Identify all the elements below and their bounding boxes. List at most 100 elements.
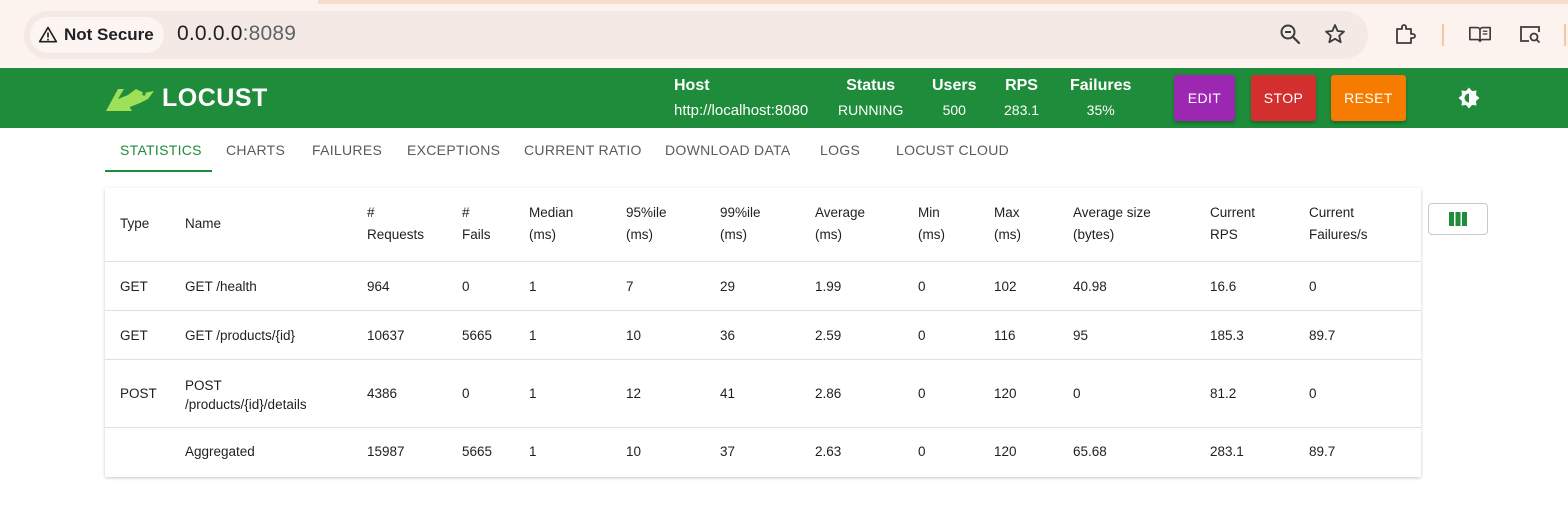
cell-95ile: 7 bbox=[626, 279, 634, 294]
tab-current-ratio[interactable]: CURRENT RATIO bbox=[524, 142, 642, 158]
url-host: 0.0.0.0 bbox=[177, 22, 243, 45]
status-stat: Status RUNNING bbox=[838, 77, 903, 118]
star-icon[interactable] bbox=[1323, 22, 1347, 46]
header-current-rps: Current RPS bbox=[1210, 205, 1256, 242]
cell-current-rps: 185.3 bbox=[1210, 328, 1244, 343]
failures-label: Failures bbox=[1070, 77, 1132, 94]
cell-name: GET /products/{id} bbox=[185, 328, 296, 343]
host-label: Host bbox=[674, 77, 710, 94]
header-min: Min (ms) bbox=[918, 205, 945, 242]
header-average-size: Average size (bytes) bbox=[1073, 205, 1151, 242]
users-value: 500 bbox=[942, 102, 966, 118]
cell-average: 2.59 bbox=[815, 328, 842, 343]
header-max: Max (ms) bbox=[994, 205, 1021, 242]
cell-min: 0 bbox=[918, 279, 926, 294]
rps-value: 283.1 bbox=[1004, 102, 1040, 118]
cell-95ile: 12 bbox=[626, 386, 642, 401]
cell-99ile: 36 bbox=[720, 328, 736, 343]
warning-triangle-icon bbox=[38, 25, 58, 45]
cell-fails: 5665 bbox=[462, 328, 493, 343]
locust-logo[interactable]: LOCUST bbox=[104, 84, 268, 113]
tab-exceptions[interactable]: EXCEPTIONS bbox=[407, 142, 500, 158]
cell-fails: 0 bbox=[462, 279, 470, 294]
reading-mode-icon[interactable] bbox=[1467, 22, 1493, 46]
status-label: Status bbox=[846, 77, 896, 94]
status-value: RUNNING bbox=[838, 102, 904, 118]
active-tab-indicator bbox=[105, 170, 212, 172]
view-columns-icon bbox=[1449, 212, 1467, 226]
cell-fails: 5665 bbox=[462, 444, 493, 459]
cell-99ile: 37 bbox=[720, 444, 736, 459]
header-current-failures: Current Failures/s bbox=[1309, 205, 1368, 242]
column-selector-button[interactable] bbox=[1428, 203, 1488, 235]
cell-current-failures: 0 bbox=[1309, 279, 1317, 294]
cell-median: 1 bbox=[529, 444, 537, 459]
puzzle-icon[interactable] bbox=[1393, 22, 1417, 46]
stop-button[interactable]: STOP bbox=[1251, 75, 1316, 121]
zoom-out-icon[interactable] bbox=[1278, 22, 1302, 46]
cell-type: GET bbox=[120, 328, 148, 343]
browser-toolbar: Not Secure 0.0.0.0:8089 bbox=[0, 0, 1568, 68]
header-name: Name bbox=[185, 216, 222, 231]
cell-95ile: 10 bbox=[626, 444, 642, 459]
cell-average-size: 65.68 bbox=[1073, 444, 1107, 459]
cell-fails: 0 bbox=[462, 386, 470, 401]
edit-button[interactable]: EDIT bbox=[1174, 75, 1235, 121]
screen-search-icon[interactable] bbox=[1518, 22, 1542, 46]
cell-min: 0 bbox=[918, 328, 926, 343]
tab-failures[interactable]: FAILURES bbox=[312, 142, 382, 158]
cell-max: 120 bbox=[994, 444, 1017, 459]
cell-current-rps: 81.2 bbox=[1210, 386, 1237, 401]
toolbar-divider bbox=[1442, 24, 1444, 46]
tab-statistics[interactable]: STATISTICS bbox=[120, 142, 202, 158]
statistics-table: Type Name # Requests # Fails Median (ms) 95… bbox=[105, 188, 1421, 477]
cell-median: 1 bbox=[529, 386, 537, 401]
cell-average-size: 95 bbox=[1073, 328, 1089, 343]
url-text[interactable]: 0.0.0.0:8089 bbox=[177, 22, 296, 46]
url-port: :8089 bbox=[242, 22, 297, 45]
toolbar-divider-right bbox=[1564, 24, 1566, 46]
tab-charts[interactable]: CHARTS bbox=[226, 142, 285, 158]
row-divider bbox=[105, 310, 1421, 311]
cell-min: 0 bbox=[918, 444, 926, 459]
cell-name: POST/products/{id}/details bbox=[185, 378, 307, 412]
cell-requests: 15987 bbox=[367, 444, 405, 459]
cell-current-failures: 89.7 bbox=[1309, 328, 1336, 343]
reset-button[interactable]: RESET bbox=[1331, 75, 1406, 121]
cell-average: 2.86 bbox=[815, 386, 842, 401]
cell-type: GET bbox=[120, 279, 148, 294]
cell-min: 0 bbox=[918, 386, 926, 401]
cell-current-failures: 0 bbox=[1309, 386, 1317, 401]
cell-current-failures: 89.7 bbox=[1309, 444, 1336, 459]
header-type: Type bbox=[120, 216, 150, 231]
cell-99ile: 29 bbox=[720, 279, 736, 294]
cell-median: 1 bbox=[529, 328, 537, 343]
tab-download-data[interactable]: DOWNLOAD DATA bbox=[665, 142, 791, 158]
cell-average: 1.99 bbox=[815, 279, 842, 294]
host-stat: Host http://localhost:8080 bbox=[674, 77, 808, 119]
cell-current-rps: 283.1 bbox=[1210, 444, 1244, 459]
cell-average-size: 40.98 bbox=[1073, 279, 1107, 294]
cell-current-rps: 16.6 bbox=[1210, 279, 1237, 294]
header-median: Median (ms) bbox=[529, 205, 574, 242]
header-average: Average (ms) bbox=[815, 205, 866, 242]
tab-logs[interactable]: LOGS bbox=[820, 142, 860, 158]
failures-value: 35% bbox=[1086, 102, 1115, 118]
locust-logo-icon bbox=[104, 85, 156, 113]
host-value: http://localhost:8080 bbox=[674, 102, 809, 119]
header-fails: # Fails bbox=[462, 205, 491, 242]
cell-requests: 964 bbox=[367, 279, 390, 294]
users-stat: Users 500 bbox=[932, 77, 976, 118]
rps-stat: RPS 283.1 bbox=[1004, 77, 1039, 118]
security-chip[interactable]: Not Secure bbox=[30, 17, 164, 53]
tab-strip-edge bbox=[318, 0, 1568, 4]
users-label: Users bbox=[932, 77, 977, 94]
brightness-icon[interactable] bbox=[1457, 86, 1481, 110]
rps-label: RPS bbox=[1005, 77, 1038, 94]
cell-median: 1 bbox=[529, 279, 537, 294]
header-95ile: 95%ile (ms) bbox=[626, 205, 667, 242]
tab-locust-cloud[interactable]: LOCUST CLOUD bbox=[896, 142, 1009, 158]
row-divider bbox=[105, 427, 1421, 428]
cell-type: POST bbox=[120, 386, 157, 401]
cell-name: GET /health bbox=[185, 279, 257, 294]
